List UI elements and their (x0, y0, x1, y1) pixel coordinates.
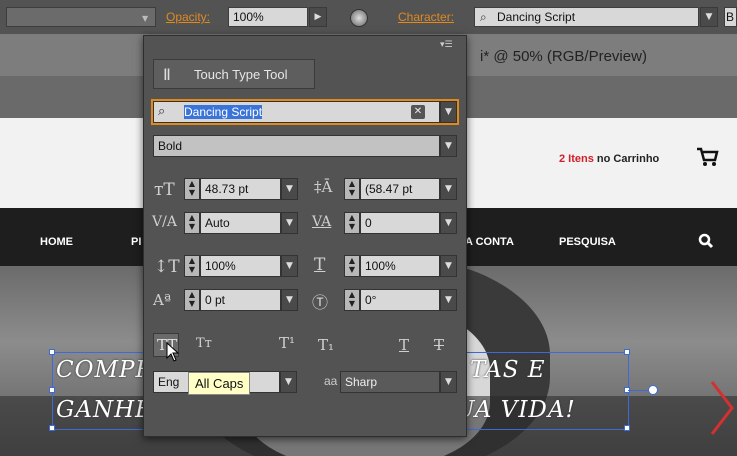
style-dropdown[interactable] (6, 7, 156, 27)
document-tab-title[interactable]: i* @ 50% (RGB/Preview) (480, 48, 647, 65)
character-rotation-icon: Ⓣ (312, 293, 329, 312)
horizontal-scale-icon: T (314, 255, 326, 275)
horizontal-scale-input[interactable]: 100% (360, 255, 440, 277)
font-style-dropdown-button[interactable]: ▼ (440, 135, 457, 157)
search-icon[interactable] (698, 233, 714, 249)
rotation-input[interactable]: 0° (360, 289, 440, 311)
superscript-icon[interactable]: T¹ (279, 334, 295, 352)
out-port-handle[interactable] (648, 385, 658, 395)
panel-font-family-input[interactable]: Dancing Script (153, 101, 440, 123)
baseline-shift-icon: Aª (153, 291, 171, 309)
rotation-spinner[interactable]: ▲ ▼ (344, 289, 360, 311)
opacity-label[interactable]: Opacity: (166, 10, 210, 24)
leading-spinner[interactable]: ▲ ▼ (344, 178, 360, 200)
character-label[interactable]: Character: (398, 10, 454, 24)
cart-label: no Carrinho (596, 153, 660, 165)
panel-menu-icon[interactable]: ▾☰ (440, 40, 453, 50)
selection-handle[interactable] (49, 387, 55, 393)
tracking-input[interactable]: 0 (360, 212, 440, 234)
baseline-shift-spinner[interactable]: ▲ ▼ (184, 289, 200, 311)
opacity-input[interactable]: 100% (228, 7, 308, 27)
selection-handle[interactable] (624, 349, 630, 355)
cart-icon (697, 147, 719, 166)
touch-type-label: Touch Type Tool (194, 67, 288, 82)
strikethrough-icon[interactable]: T (434, 336, 444, 354)
cart-text: 2 Itens no Carrinho (559, 153, 659, 165)
vertical-scale-icon: ↕T (154, 257, 180, 277)
antialias-dropdown-button[interactable]: ▼ (440, 371, 457, 393)
kerning-icon: V/A (152, 214, 177, 230)
chevron-down-icon: ▼ (142, 14, 149, 23)
font-size-input[interactable]: 48.73 pt (200, 178, 281, 200)
search-icon: ⌕ (480, 10, 487, 24)
nav-item-partial[interactable]: PI (131, 236, 141, 248)
vertical-scale-dropdown-button[interactable]: ▼ (281, 255, 298, 277)
leading-icon: ‡Ā (314, 178, 333, 196)
hero-headline-part1: COMPR (56, 357, 154, 383)
cart-count: 2 Itens (559, 153, 594, 165)
search-icon: ⌕ (158, 104, 166, 119)
selection-handle[interactable] (49, 425, 55, 431)
touch-type-icon: Ⅱ (163, 65, 171, 84)
tracking-icon: VA (312, 214, 332, 230)
nav-home[interactable]: HOME (40, 236, 73, 248)
antialias-select[interactable]: Sharp (340, 371, 440, 393)
selection-handle[interactable] (49, 349, 55, 355)
nav-account[interactable]: A CONTA (465, 236, 514, 248)
selection-handle[interactable] (624, 425, 630, 431)
kerning-spinner[interactable]: ▲ ▼ (184, 212, 200, 234)
clear-icon[interactable]: ✕ (411, 105, 425, 119)
font-dropdown-button[interactable]: ▼ (700, 7, 718, 27)
leading-dropdown-button[interactable]: ▼ (440, 178, 457, 200)
recolor-globe-icon[interactable] (350, 9, 368, 27)
nav-search[interactable]: PESQUISA (559, 236, 616, 248)
antialias-icon: aa (324, 374, 338, 388)
control-bar: ▼ Opacity: 100% ▶ Character: Dancing Scr… (0, 0, 737, 35)
underline-icon[interactable]: T (399, 336, 409, 354)
font-size-dropdown-button[interactable]: ▼ (281, 178, 298, 200)
leading-input[interactable]: (58.47 pt (360, 178, 440, 200)
text-thread-line (628, 390, 650, 391)
horizontal-scale-spinner[interactable]: ▲ ▼ (344, 255, 360, 277)
language-dropdown-button[interactable]: ▼ (280, 371, 297, 393)
font-size-spinner[interactable]: ▲ ▼ (184, 178, 200, 200)
mouse-cursor-icon (166, 342, 180, 362)
tooltip: All Caps (188, 372, 251, 395)
tracking-spinner[interactable]: ▲ ▼ (344, 212, 360, 234)
font-style-input-truncated[interactable]: B (724, 7, 737, 27)
font-family-selected-text: Dancing Script (184, 105, 263, 119)
baseline-shift-dropdown-button[interactable]: ▼ (281, 289, 298, 311)
font-style-select[interactable]: Bold (153, 135, 440, 157)
tracking-dropdown-button[interactable]: ▼ (440, 212, 457, 234)
font-family-input[interactable]: Dancing Script (474, 7, 699, 27)
baseline-shift-input[interactable]: 0 pt (200, 289, 281, 311)
opacity-arrow-button[interactable]: ▶ (309, 7, 327, 27)
touch-type-tool-button[interactable]: Ⅱ Touch Type Tool (153, 59, 315, 89)
chevron-right-icon[interactable] (706, 378, 736, 438)
font-family-dropdown-button[interactable]: ▼ (440, 101, 457, 123)
kerning-input[interactable]: Auto (200, 212, 281, 234)
rotation-dropdown-button[interactable]: ▼ (440, 289, 457, 311)
subscript-icon[interactable]: T₁ (318, 336, 334, 354)
hero-headline-part2: TAS E (470, 357, 546, 383)
small-caps-icon[interactable]: Tт (196, 336, 212, 351)
kerning-dropdown-button[interactable]: ▼ (281, 212, 298, 234)
vertical-scale-spinner[interactable]: ▲ ▼ (184, 255, 200, 277)
font-size-icon: ᴛT (154, 180, 175, 200)
vertical-scale-input[interactable]: 100% (200, 255, 281, 277)
horizontal-scale-dropdown-button[interactable]: ▼ (440, 255, 457, 277)
